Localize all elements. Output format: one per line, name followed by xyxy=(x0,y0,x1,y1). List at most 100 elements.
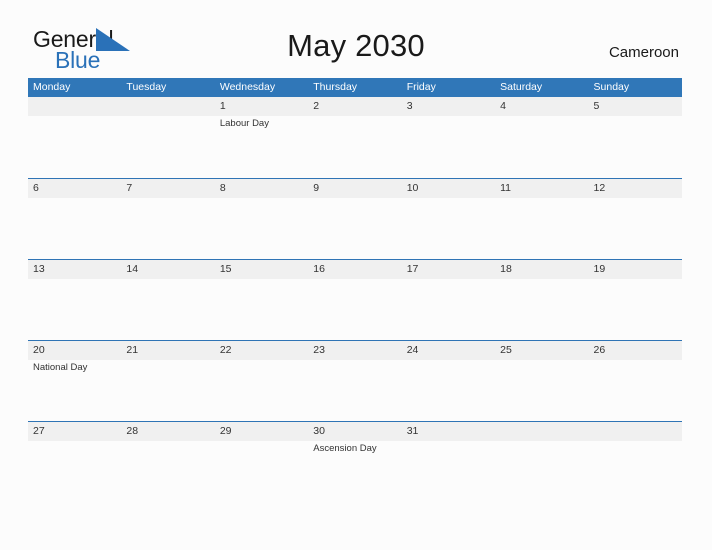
day-events xyxy=(126,360,214,362)
day-events xyxy=(126,441,214,443)
day-number: 5 xyxy=(593,100,600,112)
day-cell[interactable]: 26 xyxy=(589,341,682,421)
day-events xyxy=(594,279,682,281)
weekday-header-row: Monday Tuesday Wednesday Thursday Friday… xyxy=(28,78,682,97)
day-cell[interactable] xyxy=(121,97,214,178)
day-cell[interactable]: 4 xyxy=(495,97,588,178)
day-number: 20 xyxy=(33,344,45,356)
day-events xyxy=(220,198,308,200)
day-number: 11 xyxy=(500,182,512,194)
day-cell[interactable]: 9 xyxy=(308,179,401,259)
day-cell[interactable]: 2 xyxy=(308,97,401,178)
day-number: 17 xyxy=(406,263,419,275)
day-events xyxy=(126,198,214,200)
day-cell[interactable]: 28 xyxy=(121,422,214,502)
page-header: General Blue May 2030 Cameroon xyxy=(0,0,712,76)
weekday-header-sunday: Sunday xyxy=(593,81,630,93)
day-number: 1 xyxy=(219,100,226,112)
day-events xyxy=(220,360,308,362)
day-events xyxy=(594,360,682,362)
day-events xyxy=(33,441,121,443)
day-number: 7 xyxy=(126,182,133,194)
day-events xyxy=(33,279,121,281)
day-cell[interactable]: 14 xyxy=(121,260,214,340)
week-row: 13 14 15 16 17 18 19 xyxy=(28,259,682,340)
weekday-header-friday: Friday xyxy=(406,81,436,93)
day-cell[interactable]: 20 National Day xyxy=(28,341,121,421)
day-events xyxy=(500,441,588,443)
day-events xyxy=(500,279,588,281)
day-cell[interactable]: 25 xyxy=(495,341,588,421)
day-cell[interactable]: 30 Ascension Day xyxy=(308,422,401,502)
week-row: 27 28 29 30 Ascension Day 31 xyxy=(28,421,682,502)
day-events xyxy=(126,116,214,118)
day-number: 2 xyxy=(313,100,320,112)
day-events xyxy=(500,360,588,362)
day-cell[interactable]: 11 xyxy=(495,179,588,259)
day-events: Labour Day xyxy=(220,116,308,130)
day-number: 21 xyxy=(126,344,139,356)
day-number: 3 xyxy=(406,100,413,112)
day-events xyxy=(313,360,401,362)
day-events xyxy=(313,279,401,281)
event-label: Ascension Day xyxy=(313,443,377,454)
day-cell[interactable]: 6 xyxy=(28,179,121,259)
day-cell[interactable]: 12 xyxy=(589,179,682,259)
day-events xyxy=(407,441,495,443)
day-cell[interactable] xyxy=(495,422,588,502)
day-number: 13 xyxy=(33,263,45,275)
day-cell[interactable]: 16 xyxy=(308,260,401,340)
day-events xyxy=(126,279,214,281)
day-number: 25 xyxy=(500,344,512,356)
day-cell[interactable]: 23 xyxy=(308,341,401,421)
day-events xyxy=(407,116,495,118)
day-cell[interactable]: 18 xyxy=(495,260,588,340)
day-cell[interactable]: 21 xyxy=(121,341,214,421)
day-cell[interactable]: 27 xyxy=(28,422,121,502)
day-cell[interactable]: 13 xyxy=(28,260,121,340)
day-cell[interactable] xyxy=(28,97,121,178)
day-number: 15 xyxy=(219,263,232,275)
day-number: 31 xyxy=(406,425,419,437)
day-events xyxy=(407,279,495,281)
week-row: 20 National Day 21 22 23 24 25 26 xyxy=(28,340,682,421)
day-cell[interactable]: 19 xyxy=(589,260,682,340)
day-events xyxy=(500,198,588,200)
event-label: Labour Day xyxy=(219,118,269,129)
day-number: 6 xyxy=(33,182,39,194)
page-title: May 2030 xyxy=(287,28,425,63)
day-events xyxy=(500,116,588,118)
day-cell[interactable]: 24 xyxy=(402,341,495,421)
weekday-header-saturday: Saturday xyxy=(500,81,543,93)
day-cell[interactable]: 15 xyxy=(215,260,308,340)
calendar-table: Monday Tuesday Wednesday Thursday Friday… xyxy=(28,78,682,502)
day-events xyxy=(594,116,682,118)
day-number: 4 xyxy=(500,100,506,112)
day-number: 24 xyxy=(406,344,419,356)
week-row: 6 7 8 9 10 11 12 xyxy=(28,178,682,259)
day-events: National Day xyxy=(33,360,121,374)
day-cell[interactable]: 31 xyxy=(402,422,495,502)
day-cell[interactable] xyxy=(589,422,682,502)
day-number: 14 xyxy=(126,263,139,275)
weekday-header-thursday: Thursday xyxy=(313,81,358,93)
day-cell[interactable]: 10 xyxy=(402,179,495,259)
day-events xyxy=(220,441,308,443)
week-row: 1 Labour Day 2 3 4 5 xyxy=(28,97,682,178)
day-cell[interactable]: 8 xyxy=(215,179,308,259)
day-cell[interactable]: 3 xyxy=(402,97,495,178)
day-cell[interactable]: 22 xyxy=(215,341,308,421)
day-number: 26 xyxy=(593,344,606,356)
day-events xyxy=(594,198,682,200)
weekday-header-tuesday: Tuesday xyxy=(126,81,167,93)
day-number: 12 xyxy=(593,182,606,194)
day-events xyxy=(313,116,401,118)
day-cell[interactable]: 5 xyxy=(589,97,682,178)
day-cell[interactable]: 29 xyxy=(215,422,308,502)
day-events xyxy=(594,441,682,443)
day-cell[interactable]: 17 xyxy=(402,260,495,340)
day-cell[interactable]: 7 xyxy=(121,179,214,259)
weekday-header-monday: Monday xyxy=(33,81,71,93)
day-number: 8 xyxy=(219,182,226,194)
day-cell[interactable]: 1 Labour Day xyxy=(215,97,308,178)
